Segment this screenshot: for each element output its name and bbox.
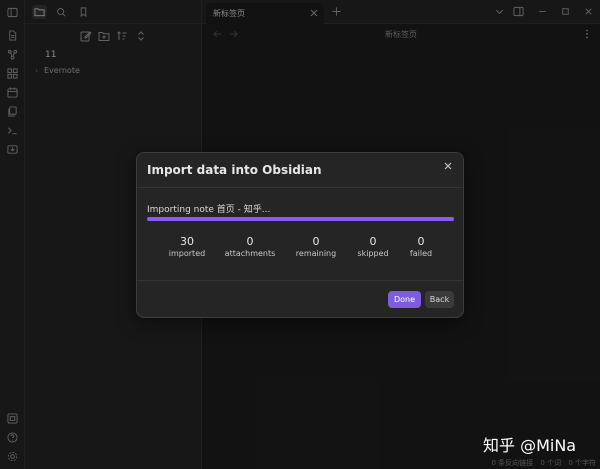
stat-failed: 0 failed [403,235,439,260]
divider [137,280,463,281]
stat-value: 30 [180,235,194,248]
stat-label: remaining [295,249,337,258]
modal-title: Import data into Obsidian [147,163,322,177]
stat-value: 0 [369,235,377,248]
close-icon[interactable] [442,160,454,172]
import-modal: Import data into Obsidian Importing note… [136,152,464,318]
stat-value: 0 [312,235,320,248]
stat-attachments: 0 attachments [223,235,277,260]
stat-skipped: 0 skipped [353,235,393,260]
stat-remaining: 0 remaining [293,235,339,260]
stat-value: 0 [417,235,425,248]
stat-label: imported [168,249,206,258]
import-status-text: Importing note 首页 - 知乎... [147,205,271,215]
stat-label: skipped [357,249,389,258]
watermark: 知乎 @MiNa [483,436,577,455]
back-button[interactable]: Back [425,291,454,308]
stat-value: 0 [246,235,254,248]
progress-bar [147,217,454,221]
stat-imported: 30 imported [167,235,207,260]
stat-label: attachments [224,249,276,258]
done-button[interactable]: Done [388,291,421,308]
progress-fill [147,217,454,221]
stat-label: failed [409,249,433,258]
divider [137,187,463,188]
